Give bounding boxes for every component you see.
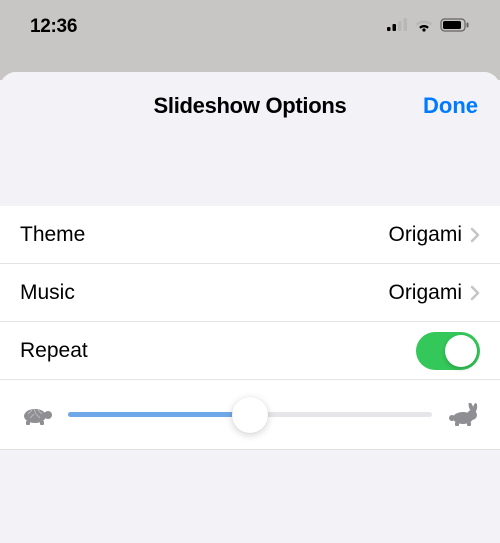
chevron-right-icon (470, 285, 480, 301)
speed-slider-row (0, 380, 500, 450)
slider-thumb[interactable] (232, 397, 268, 433)
theme-label: Theme (20, 223, 85, 247)
theme-value: Origami (388, 223, 462, 247)
music-row[interactable]: Music Origami (0, 264, 500, 322)
cellular-icon (387, 18, 408, 36)
status-time: 12:36 (30, 16, 77, 38)
speed-slider[interactable] (68, 397, 432, 433)
sheet-header: Slideshow Options Done (0, 72, 500, 206)
chevron-right-icon (470, 227, 480, 243)
turtle-icon (20, 404, 54, 426)
sheet-backdrop: 12:36 (0, 0, 500, 80)
repeat-toggle[interactable] (416, 332, 480, 370)
status-bar: 12:36 (0, 0, 500, 44)
battery-icon (440, 18, 470, 37)
slider-track-fill (68, 412, 250, 417)
status-icons (387, 18, 470, 37)
toggle-knob (445, 335, 477, 367)
done-button[interactable]: Done (423, 93, 478, 119)
repeat-row: Repeat (0, 322, 500, 380)
wifi-icon (414, 18, 434, 37)
options-list: Theme Origami Music Origami Repeat (0, 206, 500, 450)
theme-row[interactable]: Theme Origami (0, 206, 500, 264)
rabbit-icon (446, 403, 480, 427)
music-value: Origami (388, 281, 462, 305)
repeat-label: Repeat (20, 339, 88, 363)
sheet-bottom-space (0, 450, 500, 543)
music-label: Music (20, 281, 75, 305)
options-sheet: Slideshow Options Done Theme Origami Mus… (0, 72, 500, 543)
